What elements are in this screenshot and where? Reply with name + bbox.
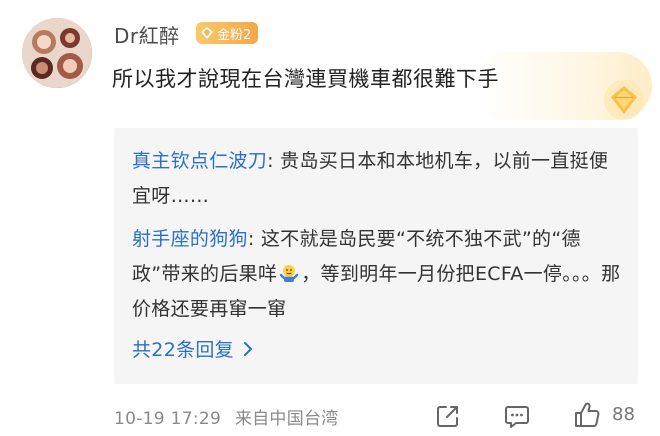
location: 来自中国台湾: [234, 409, 339, 429]
comment-icon[interactable]: [503, 402, 531, 430]
avatar[interactable]: [22, 18, 92, 88]
reply-separator: :: [247, 228, 261, 250]
reply-item: 真主钦点仁波刀: 贵岛买日本和本地机车，以前一直挺便宜呀……: [132, 144, 624, 214]
username[interactable]: Dr紅醉: [114, 20, 180, 49]
like-count: 88: [612, 404, 635, 425]
fan-badge[interactable]: 金粉2: [196, 22, 259, 44]
replies-panel: 真主钦点仁波刀: 贵岛买日本和本地机车，以前一直挺便宜呀…… 射手座的狗狗: 这…: [114, 128, 638, 384]
chevron-right-icon: [243, 341, 252, 356]
timestamp: 10-19 17:29: [114, 409, 222, 429]
reply-separator: :: [267, 150, 281, 172]
more-replies-label: 共22条回复: [132, 339, 234, 361]
share-icon[interactable]: [434, 402, 462, 430]
shrug-emoji: [280, 265, 299, 282]
reply-author[interactable]: 射手座的狗狗: [132, 228, 248, 250]
thumbs-up-icon[interactable]: [572, 400, 602, 430]
comment-meta: 10-19 17:29 来自中国台湾: [114, 404, 339, 429]
view-all-replies-link[interactable]: 共22条回复: [132, 335, 254, 362]
avatar-image: [22, 18, 92, 88]
reply-author[interactable]: 真主钦点仁波刀: [132, 150, 267, 172]
diamond-icon: [201, 27, 213, 39]
reply-item: 射手座的狗狗: 这不就是岛民要“不统不独不武”的“德政”带来的后果咩 ，等到明年…: [132, 222, 624, 327]
badge-label: 金粉2: [217, 27, 252, 43]
comment-text: 所以我才說現在台灣連買機車都很難下手: [112, 67, 499, 91]
gold-diamond-icon: [604, 80, 644, 120]
